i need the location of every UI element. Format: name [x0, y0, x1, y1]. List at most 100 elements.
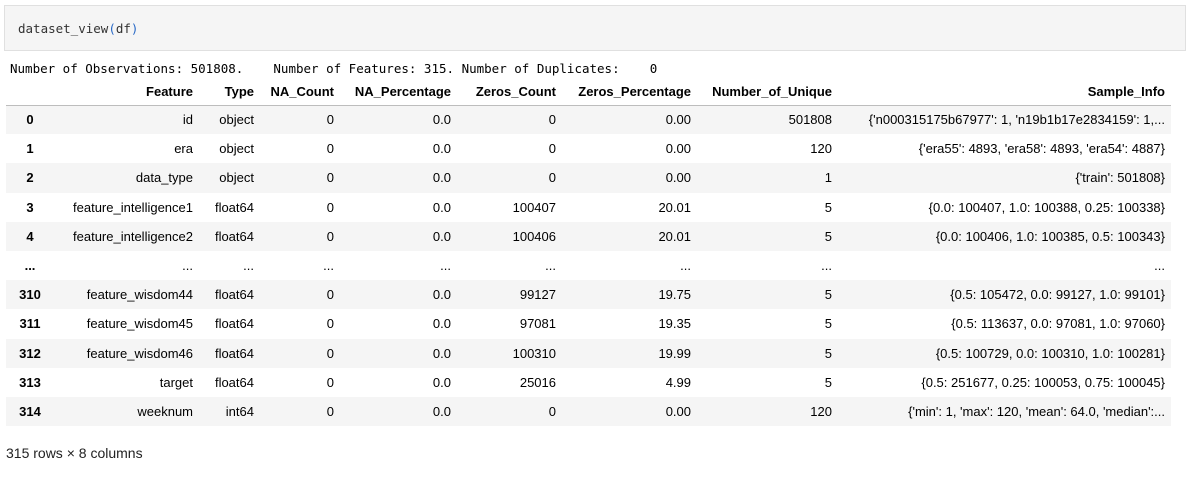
table-cell: float64 [214, 287, 254, 303]
table-row: 4 feature_intelligence2 float64 0 0.0 100406 2… [6, 221, 1171, 251]
table-cell: 19.35 [658, 316, 691, 332]
table-cell: 5 [824, 374, 832, 390]
table-row: 313 target float64 0 0.0 25016 4.99 5 {0.5: 2516… [6, 367, 1171, 397]
table-cell: 1 [824, 170, 832, 186]
table-header-row: Feature Type NA_Count NA_Percentage Zeros_Co… [6, 78, 1171, 106]
table-cell: id [182, 112, 193, 128]
table-cell: 0.0 [432, 403, 451, 419]
table-cell: {0.0: 100406, 1.0: 100385, 0.5: 100343} [935, 228, 1165, 244]
row-index: ... [24, 258, 36, 274]
table-cell: 19.99 [658, 345, 691, 361]
table-row: 314 weeknum int64 0 0.0 0 0.00 120 {'min': 1, 'm… [6, 396, 1171, 427]
table-cell: 0.0 [432, 374, 451, 390]
row-index: 4 [26, 228, 34, 244]
table-cell: 0 [326, 170, 334, 186]
row-index: 0 [26, 112, 34, 128]
table-cell: {'n000315175b67977': 1, 'n19b1b17e283415… [868, 112, 1165, 128]
table-cell: 0 [326, 199, 334, 215]
table-cell: 0.0 [432, 199, 451, 215]
code-function-name: dataset_view [18, 21, 109, 36]
table-cell: 0 [326, 345, 334, 361]
duplicates-value: 0 [649, 61, 658, 76]
table-cell: 0.0 [432, 170, 451, 186]
table-cell: 100406 [512, 228, 556, 244]
table-cell: {'era55': 4893, 'era58': 4893, 'era54': … [918, 141, 1165, 157]
row-index: 312 [19, 345, 41, 361]
table-cell: 0.0 [432, 141, 451, 157]
table-cell: 0.0 [432, 228, 451, 244]
table-cell: 5 [824, 199, 832, 215]
table-cell: float64 [214, 316, 254, 332]
code-line[interactable]: dataset_view(df) [18, 21, 138, 36]
table-cell: 0 [326, 403, 334, 419]
table-cell: 0.0 [432, 112, 451, 128]
table-cell: 5 [824, 316, 832, 332]
column-header: Type [199, 78, 260, 106]
table-cell: 100310 [512, 345, 556, 361]
table-cell: 0.00 [665, 112, 691, 128]
column-header: Zeros_Count [457, 78, 562, 106]
table-cell: weeknum [137, 403, 193, 419]
table-cell: feature_wisdom46 [86, 345, 193, 361]
table-cell: ... [1154, 258, 1165, 274]
code-open-paren: ( [108, 21, 116, 36]
table-row: 1 era object 0 0.0 0 0.00 120 {'era55': 4893, 'e… [6, 134, 1171, 164]
table-cell: feature_intelligence2 [73, 228, 193, 244]
table-cell: 0.00 [665, 141, 691, 157]
row-index: 314 [19, 403, 41, 419]
column-header: Feature [54, 78, 199, 106]
table-cell: 0 [326, 316, 334, 332]
table-cell: object [219, 141, 254, 157]
table-cell: 0.0 [432, 316, 451, 332]
table-cell: 0 [326, 228, 334, 244]
table-cell: ... [182, 258, 193, 274]
table-cell: 0 [548, 170, 556, 186]
table-row: 312 feature_wisdom46 float64 0 0.0 100310 19.9… [6, 338, 1171, 368]
table-cell: float64 [214, 199, 254, 215]
table-row: ........................... [6, 250, 1171, 281]
table-cell: ... [243, 258, 254, 274]
table-cell: {0.5: 113637, 0.0: 97081, 1.0: 97060} [951, 316, 1165, 332]
row-index: 313 [19, 374, 41, 390]
code-cell[interactable]: dataset_view(df) [4, 5, 1186, 51]
table-cell: {0.5: 251677, 0.25: 100053, 0.75: 100045… [921, 374, 1165, 390]
column-header: Sample_Info [838, 78, 1171, 106]
table-cell: 5 [824, 287, 832, 303]
duplicates-label: Number of Duplicates: [461, 61, 620, 76]
table-cell: ... [323, 258, 334, 274]
table-cell: float64 [214, 374, 254, 390]
table-row: 311 feature_wisdom45 float64 0 0.0 97081 19.35… [6, 309, 1171, 339]
index-header [6, 78, 54, 106]
table-cell: target [159, 374, 193, 390]
stdout-output: Number of Observations: 501808. Number o… [10, 61, 657, 76]
table-cell: object [219, 112, 254, 128]
table-cell: 501808 [788, 112, 832, 128]
table-cell: 99127 [519, 287, 556, 303]
table-cell: data_type [135, 170, 193, 186]
table-cell: 0 [326, 141, 334, 157]
table-cell: era [174, 141, 193, 157]
table-cell: 4.99 [665, 374, 691, 390]
table-cell: 120 [810, 403, 832, 419]
table-cell: {'train': 501808} [1075, 170, 1165, 186]
table-cell: {'min': 1, 'max': 120, 'mean': 64.0, 'me… [908, 403, 1165, 419]
table-cell: 0.0 [432, 287, 451, 303]
table-cell: 0.00 [665, 403, 691, 419]
table-cell: ... [440, 258, 451, 274]
table-cell: 5 [824, 345, 832, 361]
code-close-paren: ) [130, 21, 139, 36]
table-row: 3 feature_intelligence1 float64 0 0.0 100407 2… [6, 192, 1171, 222]
column-header: Number_of_Unique [697, 78, 838, 106]
table-cell: feature_wisdom45 [86, 316, 193, 332]
observations-text: Number of Observations: 501808. [10, 61, 244, 76]
table-cell: 0 [326, 374, 334, 390]
table-cell: 0 [326, 287, 334, 303]
table-row: 0 id object 0 0.0 0 0.00 501808 {'n000315175b679… [6, 105, 1171, 135]
table-cell: float64 [214, 345, 254, 361]
table-row: 2 data_type object 0 0.0 0 0.00 1 {'train': 5018… [6, 163, 1171, 193]
table-cell: feature_intelligence1 [73, 199, 193, 215]
table-cell: 0 [548, 403, 556, 419]
row-index: 310 [19, 287, 41, 303]
table-cell: 0.0 [432, 345, 451, 361]
table-cell: ... [821, 258, 832, 274]
